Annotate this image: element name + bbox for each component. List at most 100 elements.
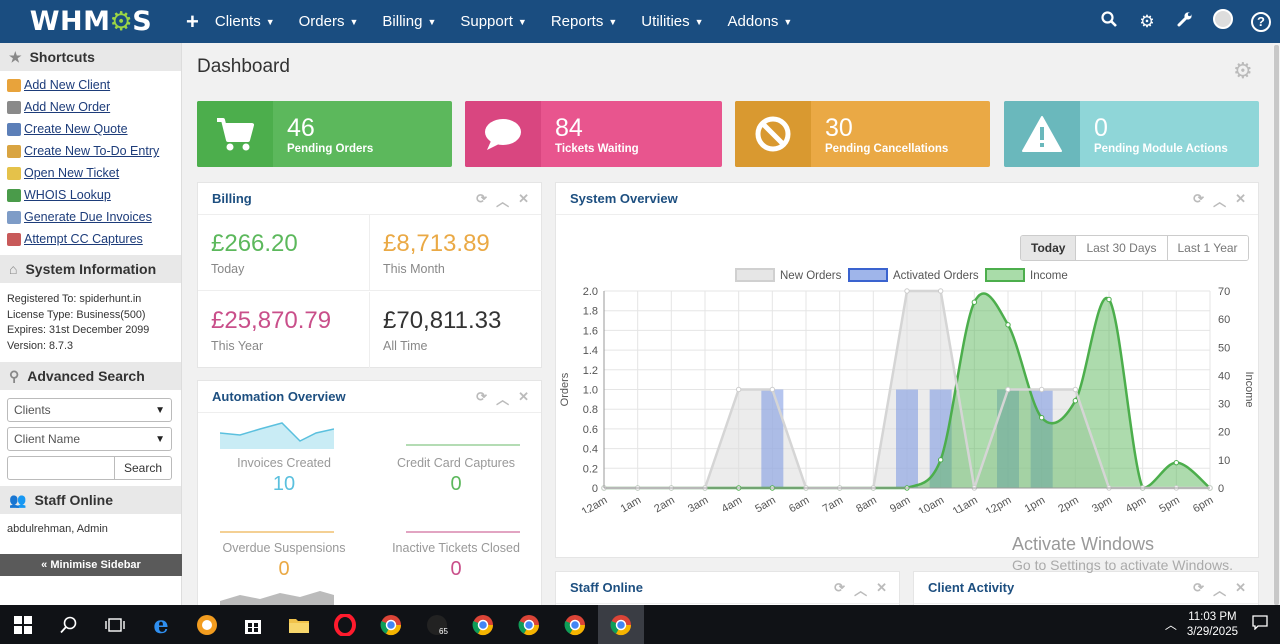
page-scrollbar[interactable] xyxy=(1273,43,1280,605)
task-view-icon[interactable] xyxy=(92,605,138,644)
chevron-down-icon: ▼ xyxy=(155,433,165,445)
collapse-icon[interactable]: ︿ xyxy=(496,191,509,210)
range-30-days-button[interactable]: Last 30 Days xyxy=(1076,236,1168,260)
refresh-icon[interactable]: ⟳ xyxy=(1193,191,1204,210)
y-axis-title: Orders xyxy=(559,372,571,406)
chrome-profile-icon[interactable]: 65 xyxy=(414,605,460,644)
system-overview-chart: New Orders Activated Orders Income 0 0.2 0.4 0… xyxy=(559,268,1255,513)
scrollbar-thumb[interactable] xyxy=(1274,45,1279,605)
close-icon[interactable]: ✕ xyxy=(518,389,529,408)
help-icon[interactable]: ? xyxy=(1242,11,1280,32)
gear-icon[interactable]: ⚙ xyxy=(1233,58,1255,83)
collapse-icon[interactable]: ︿ xyxy=(854,580,867,599)
billing-today: £266.20 Today xyxy=(198,215,370,291)
shortcut-attempt-cc-captures[interactable]: Attempt CC Captures xyxy=(7,228,181,250)
notification-icon[interactable] xyxy=(1252,614,1268,635)
billing-all-time: £70,811.33 All Time xyxy=(383,307,502,354)
search-input[interactable] xyxy=(7,456,115,480)
nav-addons[interactable]: Addons ▼ xyxy=(728,13,793,30)
search-button[interactable]: Search xyxy=(115,456,172,480)
stat-pending-orders[interactable]: 46 Pending Orders xyxy=(197,101,452,167)
shortcut-whois-lookup[interactable]: WHOIS Lookup xyxy=(7,184,181,206)
shortcut-add-new-order[interactable]: Add New Order xyxy=(7,96,181,118)
shortcut-icon xyxy=(7,122,21,136)
y-tick-label: 1.0 xyxy=(583,385,598,397)
search-icon[interactable] xyxy=(46,605,92,644)
chrome-profile-icon[interactable] xyxy=(460,605,506,644)
refresh-icon[interactable]: ⟳ xyxy=(476,191,487,210)
y-tick-label: 1.6 xyxy=(583,325,598,337)
opera-icon[interactable] xyxy=(322,605,368,644)
close-icon[interactable]: ✕ xyxy=(876,580,887,599)
avatar[interactable] xyxy=(1204,9,1242,34)
shortcut-generate-due-invoices[interactable]: Generate Due Invoices xyxy=(7,206,181,228)
y-tick-label: 2.0 xyxy=(583,286,598,298)
shortcut-create-new-quote[interactable]: Create New Quote xyxy=(7,118,181,140)
file-explorer-icon[interactable] xyxy=(276,605,322,644)
close-icon[interactable]: ✕ xyxy=(518,191,529,210)
nav-orders[interactable]: Orders ▼ xyxy=(299,13,359,30)
credit-card-captures: Credit Card Captures 0 xyxy=(396,456,516,495)
range-1-year-button[interactable]: Last 1 Year xyxy=(1167,236,1248,260)
nav-support[interactable]: Support ▼ xyxy=(460,13,526,30)
billing-panel: Billing ⟳ ︿ ✕ £266.20 Today £8,713.89 This… xyxy=(197,182,542,368)
collapse-icon[interactable]: ︿ xyxy=(496,389,509,408)
nav-billing[interactable]: Billing ▼ xyxy=(382,13,436,30)
search-field-select[interactable]: Client Name ▼ xyxy=(7,427,172,451)
nav-utilities[interactable]: Utilities ▼ xyxy=(641,13,703,30)
close-icon[interactable]: ✕ xyxy=(1235,191,1246,210)
binoculars-icon: ⚲ xyxy=(9,367,20,384)
search-icon[interactable] xyxy=(1090,11,1128,32)
collapse-icon[interactable]: ︿ xyxy=(1213,191,1226,210)
chrome-profile-icon[interactable] xyxy=(552,605,598,644)
tray-chevron-up-icon[interactable]: ︿ xyxy=(1165,616,1177,633)
refresh-icon[interactable]: ⟳ xyxy=(476,389,487,408)
y-right-tick-label: 50 xyxy=(1218,342,1230,354)
shortcut-icon xyxy=(7,210,21,224)
stat-pending-module-actions[interactable]: 0 Pending Module Actions xyxy=(1004,101,1259,167)
shortcut-open-new-ticket[interactable]: Open New Ticket xyxy=(7,162,181,184)
minimise-sidebar-button[interactable]: « Minimise Sidebar xyxy=(0,554,182,576)
whmcs-logo[interactable]: WHM ⚙ S xyxy=(0,0,182,43)
activate-windows-title: Activate Windows xyxy=(1012,534,1155,554)
stat-tickets-waiting[interactable]: 84 Tickets Waiting xyxy=(465,101,722,167)
shortcut-icon xyxy=(7,188,21,202)
wrench-icon[interactable] xyxy=(1166,11,1204,32)
shortcut-add-new-client[interactable]: Add New Client xyxy=(7,74,181,96)
refresh-icon[interactable]: ⟳ xyxy=(834,580,845,599)
add-new-button[interactable]: + xyxy=(186,9,199,35)
brave-icon[interactable] xyxy=(184,605,230,644)
users-icon: 👥 xyxy=(9,491,27,508)
nav-clients[interactable]: Clients ▼ xyxy=(215,13,275,30)
legend-label: Income xyxy=(1030,270,1068,282)
taskbar-clock[interactable]: 11:03 PM 3/29/2025 xyxy=(1187,610,1238,640)
refresh-icon[interactable]: ⟳ xyxy=(1193,580,1204,599)
nav-reports[interactable]: Reports ▼ xyxy=(551,13,617,30)
y-right-axis-title: Income xyxy=(1243,371,1255,407)
shortcut-icon xyxy=(7,100,21,114)
x-tick-label: 6am xyxy=(787,494,812,513)
y-right-tick-label: 0 xyxy=(1218,483,1224,495)
x-tick-label: 1pm xyxy=(1023,494,1048,513)
chrome-active-icon[interactable] xyxy=(598,605,644,644)
system-overview-panel: System Overview ⟳ ︿ ✕ Today Last 30 Days L… xyxy=(555,182,1259,558)
shortcut-create-new-to-do-entry[interactable]: Create New To-Do Entry xyxy=(7,140,181,162)
invoices-created: Invoices Created 10 xyxy=(237,456,331,495)
windows-start-icon[interactable] xyxy=(0,605,46,644)
legend-swatch xyxy=(735,268,775,282)
edge-icon[interactable]: e xyxy=(138,605,184,644)
collapse-icon[interactable]: ︿ xyxy=(1213,580,1226,599)
chrome-icon[interactable] xyxy=(368,605,414,644)
cogs-icon[interactable]: ⚙ xyxy=(1128,12,1166,32)
store-icon[interactable] xyxy=(230,605,276,644)
search-type-select[interactable]: Clients ▼ xyxy=(7,398,172,422)
chrome-profile-icon[interactable] xyxy=(506,605,552,644)
y-tick-label: 1.2 xyxy=(583,365,598,377)
range-today-button[interactable]: Today xyxy=(1021,236,1077,260)
x-tick-label: 9am xyxy=(888,494,913,513)
close-icon[interactable]: ✕ xyxy=(1235,580,1246,599)
tickets-closed-sparkline xyxy=(406,531,520,533)
svg-text:65: 65 xyxy=(439,627,448,636)
legend-swatch xyxy=(848,268,888,282)
stat-pending-cancellations[interactable]: 30 Pending Cancellations xyxy=(735,101,990,167)
